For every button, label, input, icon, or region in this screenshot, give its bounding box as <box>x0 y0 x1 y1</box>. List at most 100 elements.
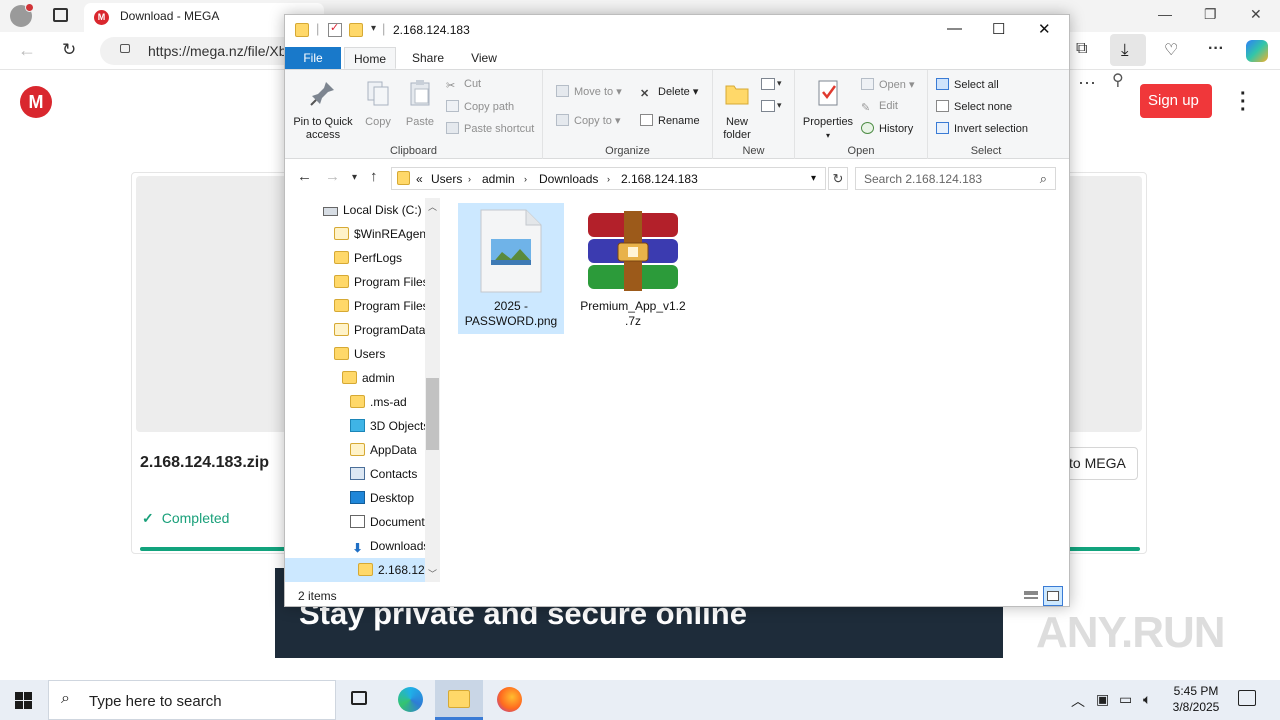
forward-arrow-icon[interactable]: → <box>325 168 340 185</box>
hamburger-menu-icon[interactable]: · · · <box>1240 84 1247 120</box>
file-explorer-taskbar-button[interactable] <box>435 680 483 720</box>
scroll-up-icon[interactable]: ︿ <box>428 200 437 213</box>
tab-home[interactable]: Home <box>344 47 396 69</box>
nav-item-users[interactable]: Users <box>334 342 385 366</box>
copilot-icon[interactable] <box>1246 40 1268 62</box>
rename-button[interactable]: Rename <box>640 114 700 127</box>
chevron-right-icon[interactable]: › <box>524 174 527 184</box>
nav-item-local-disk[interactable]: Local Disk (C:) <box>323 198 422 222</box>
new-item-icon[interactable] <box>761 78 775 90</box>
more-options-icon[interactable]: ··· <box>1208 40 1224 58</box>
scrollbar-thumb[interactable] <box>426 378 439 450</box>
taskbar-search-box[interactable]: ⌕ Type here to search <box>48 680 336 720</box>
nav-item-appdata[interactable]: AppData <box>350 438 417 462</box>
tab-view[interactable]: View <box>459 47 509 69</box>
details-view-icon[interactable] <box>1021 586 1041 606</box>
breadcrumb-current-folder[interactable]: 2.168.124.183 <box>621 172 698 186</box>
paste-button[interactable]: Paste <box>401 78 439 129</box>
nav-item-program-files[interactable]: Program Files <box>334 270 429 294</box>
back-icon[interactable]: ← <box>18 40 36 61</box>
easy-access-dropdown-icon[interactable]: ▾ <box>777 100 782 111</box>
new-folder-quick-icon[interactable] <box>349 23 363 37</box>
tab-file[interactable]: File <box>285 47 341 69</box>
task-view-button[interactable] <box>336 680 384 720</box>
nav-item-contacts[interactable]: Contacts <box>350 462 417 486</box>
show-hidden-icons-icon[interactable]: ︿ <box>1071 691 1085 711</box>
more-icon[interactable]: ··· <box>1078 72 1096 93</box>
copy-path-button[interactable]: Copy path <box>446 100 514 113</box>
delete-button[interactable]: ✕ Delete ▾ <box>640 85 698 100</box>
properties-quick-icon[interactable]: ✓ <box>328 22 342 37</box>
nav-item-desktop[interactable]: Desktop <box>350 486 414 510</box>
nav-item-programdata[interactable]: ProgramData <box>334 318 425 342</box>
close-icon[interactable]: ✕ <box>1038 20 1051 38</box>
browser-essentials-icon[interactable]: ♡ <box>1164 40 1178 60</box>
new-folder-button[interactable]: New folder <box>717 78 757 142</box>
edge-taskbar-button[interactable] <box>386 680 434 720</box>
nav-item-documents[interactable]: Documents <box>350 510 431 534</box>
firefox-taskbar-button[interactable] <box>485 680 533 720</box>
search-input[interactable]: Search 2.168.124.183 ⌕ <box>855 167 1056 190</box>
sign-up-button[interactable]: Sign up <box>1140 84 1212 118</box>
new-item-dropdown-icon[interactable]: ▾ <box>777 78 782 89</box>
profile-avatar-icon[interactable] <box>10 3 34 27</box>
restore-icon[interactable]: ❐ <box>1204 6 1217 23</box>
file-item[interactable]: Premium_App_v1.2.7z <box>580 203 686 334</box>
minimize-icon[interactable]: — <box>1158 6 1172 22</box>
edit-button[interactable]: ✎ Edit <box>861 100 898 114</box>
minimize-icon[interactable]: — <box>947 20 962 37</box>
back-arrow-icon[interactable]: ← <box>297 168 312 185</box>
select-none-button[interactable]: Select none <box>936 100 1012 113</box>
copy-to-button[interactable]: Copy to ▾ <box>556 114 621 127</box>
nav-item-current-folder[interactable]: 2.168.124.183 <box>285 558 440 582</box>
move-to-button[interactable]: Move to ▾ <box>556 85 622 98</box>
nav-item-winreagent[interactable]: $WinREAgent <box>334 222 429 246</box>
recent-locations-icon[interactable]: ▾ <box>352 172 357 183</box>
device-icon[interactable]: ▣ <box>1096 691 1109 708</box>
copy-button[interactable]: Copy <box>359 78 397 129</box>
address-bar[interactable]: https://mega.nz/file/Xb <box>100 37 300 65</box>
properties-button[interactable]: Properties ▾ <box>799 78 857 142</box>
up-arrow-icon[interactable]: ↑ <box>370 168 378 185</box>
tab-actions-icon[interactable] <box>53 8 68 22</box>
file-item[interactable]: 2025 - PASSWORD.png <box>458 203 564 334</box>
address-bar[interactable]: « Users › admin › Downloads › 2.168.124.… <box>391 167 826 190</box>
volume-icon[interactable]: 🔈︎ <box>1143 691 1151 708</box>
nav-item-downloads[interactable]: ⬇ Downloads <box>350 534 429 558</box>
nav-item-3d-objects[interactable]: 3D Objects <box>350 414 429 438</box>
pin-icon[interactable]: ⚲ <box>1112 70 1124 90</box>
nav-item-admin[interactable]: admin <box>342 366 395 390</box>
open-button[interactable]: Open ▾ <box>861 78 915 91</box>
nav-pane-scrollbar[interactable]: ︿ ﹀ <box>425 198 440 582</box>
close-icon[interactable]: ✕ <box>1250 6 1262 23</box>
select-all-button[interactable]: Select all <box>936 78 999 91</box>
nav-item-perflogs[interactable]: PerfLogs <box>334 246 402 270</box>
breadcrumb-users[interactable]: Users <box>431 172 462 186</box>
network-icon[interactable]: ▭ <box>1119 691 1132 708</box>
notification-center-icon[interactable] <box>1238 690 1256 706</box>
refresh-icon[interactable]: ↻ <box>828 167 848 190</box>
breadcrumb-downloads[interactable]: Downloads <box>539 172 598 186</box>
nav-item-program-files-x86[interactable]: Program Files <box>334 294 429 318</box>
mega-logo[interactable]: M <box>20 86 52 118</box>
downloads-button[interactable]: ⤓ <box>1110 34 1146 66</box>
pin-to-quick-access-button[interactable]: Pin to Quick access <box>289 78 357 142</box>
customize-quick-access-icon[interactable]: ▾ <box>371 23 376 34</box>
scroll-down-icon[interactable]: ﹀ <box>428 567 437 580</box>
chevron-right-icon[interactable]: › <box>607 174 610 184</box>
large-icons-view-icon[interactable] <box>1043 586 1063 606</box>
chevron-right-icon[interactable]: › <box>468 174 471 184</box>
cut-button[interactable]: ✂ Cut <box>446 78 481 92</box>
maximize-icon[interactable]: ☐ <box>992 20 1005 38</box>
history-button[interactable]: History <box>861 122 913 135</box>
breadcrumb-admin[interactable]: admin <box>482 172 515 186</box>
easy-access-icon[interactable] <box>761 100 775 112</box>
address-dropdown-icon[interactable]: ▾ <box>811 173 816 184</box>
start-button[interactable] <box>0 680 48 720</box>
reload-icon[interactable]: ↻ <box>62 40 76 60</box>
system-clock[interactable]: 5:45 PM 3/8/2025 <box>1170 683 1222 715</box>
tab-share[interactable]: Share <box>403 47 453 69</box>
nav-item-ms-ad[interactable]: .ms-ad <box>350 390 407 414</box>
breadcrumb-overflow[interactable]: « <box>416 172 423 186</box>
collections-icon[interactable]: ⧉ <box>1076 40 1087 58</box>
